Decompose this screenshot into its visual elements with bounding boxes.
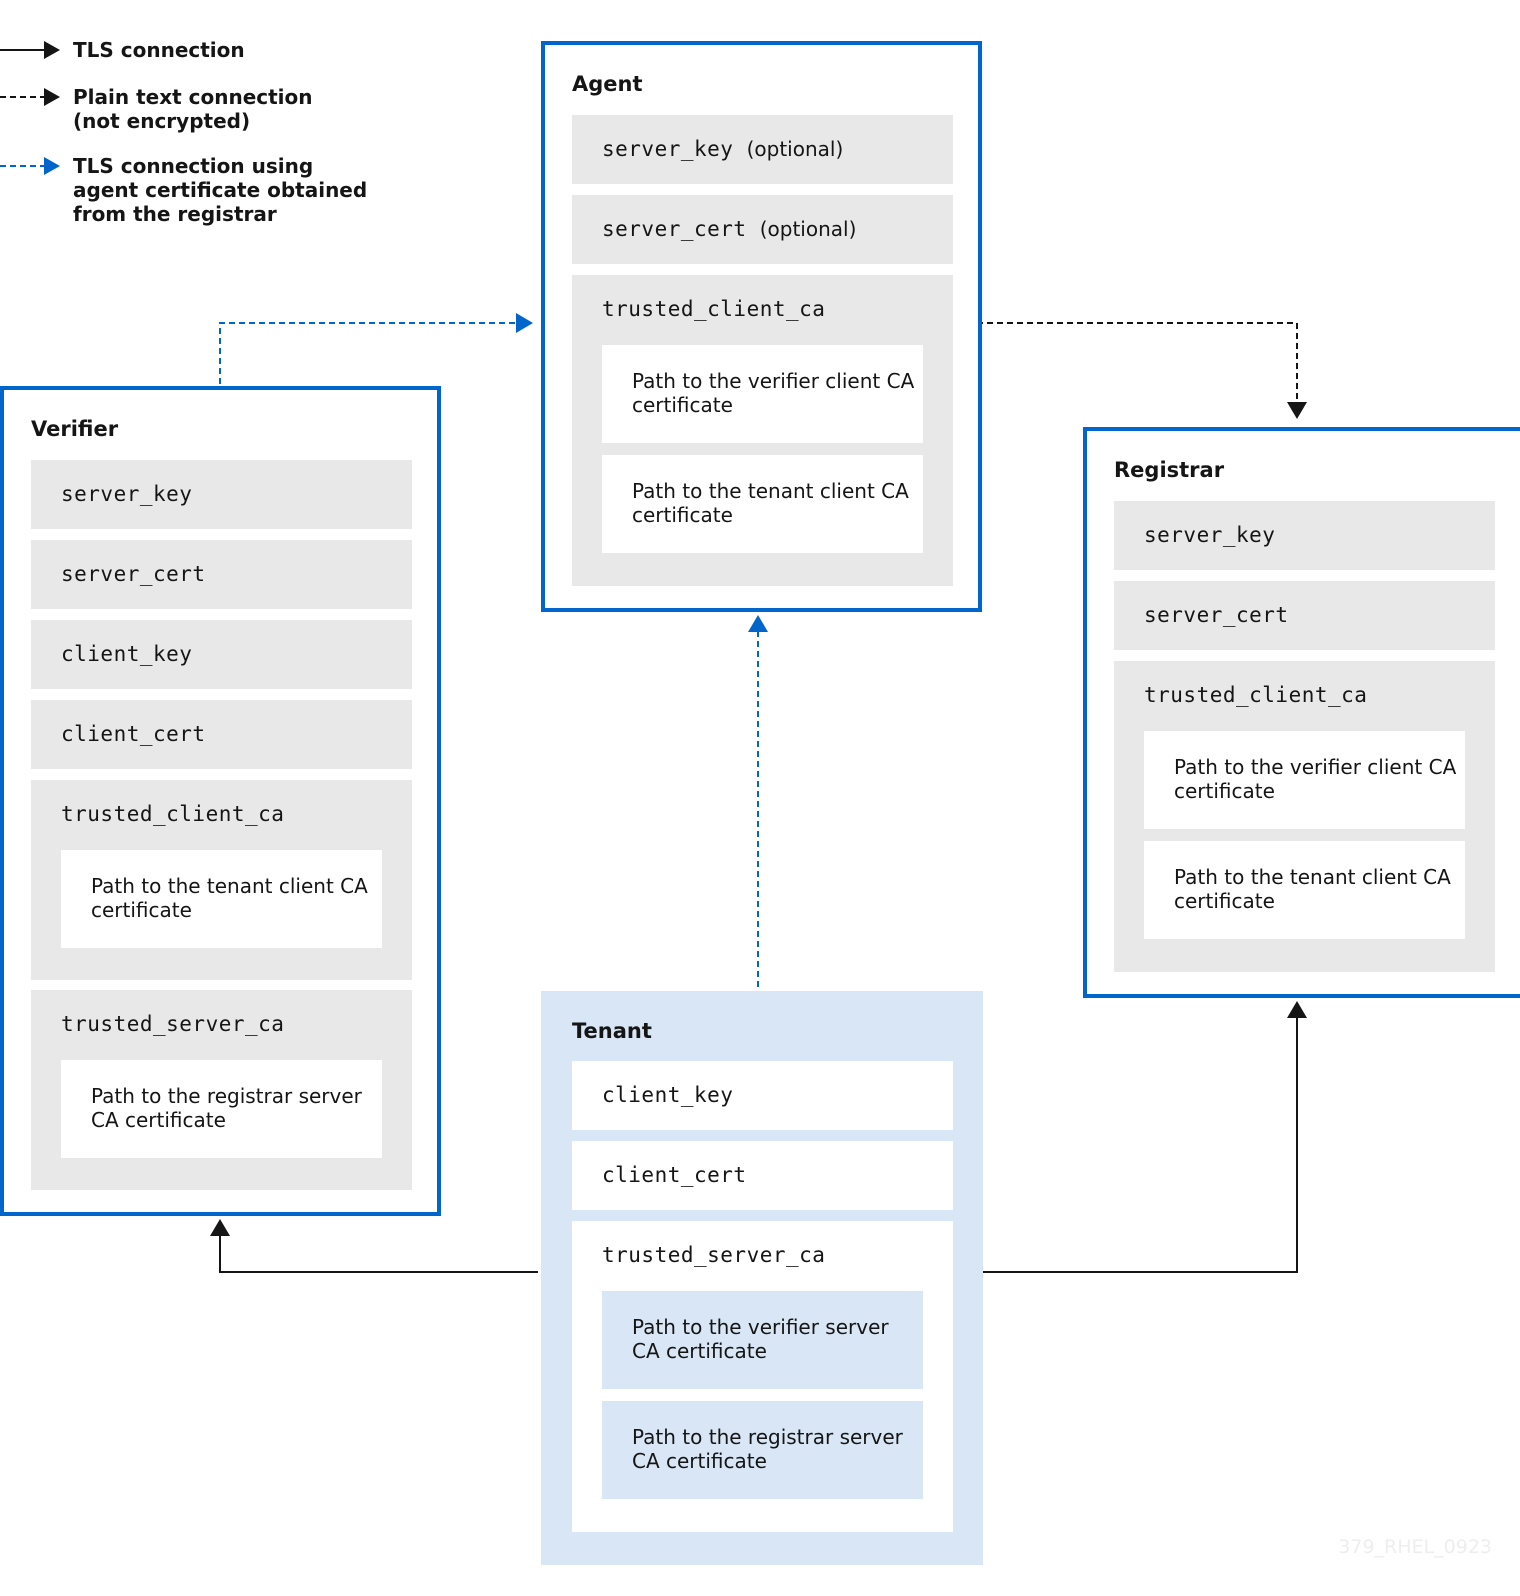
- tenant-ca-item: Path to the registrar server CA certific…: [602, 1401, 923, 1499]
- field-label: server_key (optional): [602, 137, 843, 161]
- field-name: server_cert: [602, 217, 747, 241]
- legend-line: Plain text connection: [73, 85, 313, 109]
- connection-tenant-to-agent: [748, 615, 768, 987]
- legend-line: TLS connection using: [73, 154, 314, 178]
- field-name: trusted_client_ca: [61, 802, 285, 826]
- verifier-ca-item: Path to the registrar server CA certific…: [61, 1060, 382, 1158]
- legend-label-tls: TLS connection: [73, 38, 245, 62]
- verifier-field-client-key: client_key: [31, 620, 412, 689]
- agent-title: Agent: [572, 72, 643, 96]
- field-name: client_key: [61, 642, 193, 666]
- registrar-node: Registrar server_key server_cert trusted…: [1083, 427, 1520, 998]
- verifier-field-client-cert: client_cert: [31, 700, 412, 769]
- agent-node: Agent server_key (optional) server_cert …: [541, 41, 982, 612]
- connection-verifier-to-agent: [219, 313, 533, 384]
- field-name: server_key: [602, 137, 734, 161]
- agent-ca-item: Path to the tenant client CA certificate: [602, 455, 923, 553]
- registrar-ca-item: Path to the verifier client CA certifica…: [1144, 731, 1465, 829]
- verifier-field-trusted-server-ca: trusted_server_ca Path to the registrar …: [31, 990, 412, 1190]
- connection-tenant-to-verifier: [210, 1219, 538, 1273]
- connection-agent-to-registrar: [977, 322, 1307, 419]
- field-label: server_cert (optional): [602, 217, 856, 241]
- registrar-field-server-cert: server_cert: [1114, 581, 1495, 650]
- tenant-ca-item: Path to the verifier server CA certifica…: [602, 1291, 923, 1389]
- verifier-ca-item: Path to the tenant client CA certificate: [61, 850, 382, 948]
- agent-ca-item: Path to the verifier client CA certifica…: [602, 345, 923, 443]
- field-note: (optional): [759, 217, 857, 241]
- field-name: server_key: [1144, 523, 1276, 547]
- legend-line: (not encrypted): [73, 109, 251, 133]
- field-name: server_key: [61, 482, 193, 506]
- field-name: trusted_server_ca: [602, 1243, 826, 1267]
- legend-dashed-arrow-icon: [0, 88, 60, 106]
- registrar-field-server-key: server_key: [1114, 501, 1495, 570]
- verifier-field-trusted-client-ca: trusted_client_ca Path to the tenant cli…: [31, 780, 412, 980]
- tenant-title: Tenant: [572, 1019, 652, 1043]
- legend-label-plain-text: Plain text connection (not encrypted): [73, 85, 313, 133]
- field-name: server_cert: [61, 562, 206, 586]
- registrar-ca-item: Path to the tenant client CA certificate: [1144, 841, 1465, 939]
- ca-path-text: Path to the registrar server CA certific…: [91, 1084, 362, 1132]
- tenant-field-trusted-server-ca: trusted_server_ca Path to the verifier s…: [572, 1221, 953, 1532]
- ca-path-text: Path to the tenant client CA certificate: [632, 479, 909, 527]
- ca-path-text: Path to the tenant client CA certificate: [91, 874, 368, 922]
- legend-line: from the registrar: [73, 202, 277, 226]
- field-name: trusted_server_ca: [61, 1012, 285, 1036]
- ca-path-text: Path to the verifier client CA certifica…: [632, 369, 915, 417]
- ca-path-text: Path to the verifier server CA certifica…: [632, 1315, 889, 1363]
- field-name: client_cert: [61, 722, 206, 746]
- ca-path-text: Path to the verifier client CA certifica…: [1174, 755, 1457, 803]
- verifier-field-server-key: server_key: [31, 460, 412, 529]
- field-name: trusted_client_ca: [602, 297, 826, 321]
- field-note: (optional): [746, 137, 844, 161]
- ca-path-text: Path to the tenant client CA certificate: [1174, 865, 1451, 913]
- tenant-field-client-key: client_key: [572, 1061, 953, 1130]
- agent-field-trusted-client-ca: trusted_client_ca Path to the verifier c…: [572, 275, 953, 586]
- field-name: client_cert: [602, 1163, 747, 1187]
- watermark: 379_RHEL_0923: [1338, 1536, 1492, 1558]
- field-name: server_cert: [1144, 603, 1289, 627]
- verifier-field-server-cert: server_cert: [31, 540, 412, 609]
- legend-label-agent-cert: TLS connection using agent certificate o…: [73, 154, 367, 226]
- verifier-title: Verifier: [31, 417, 119, 441]
- agent-field-server-cert: server_cert (optional): [572, 195, 953, 264]
- legend-line: agent certificate obtained: [73, 178, 368, 202]
- tenant-field-client-cert: client_cert: [572, 1141, 953, 1210]
- registrar-title: Registrar: [1114, 458, 1225, 482]
- legend-dashed-blue-arrow-icon: [0, 157, 60, 175]
- ca-path-text: Path to the registrar server CA certific…: [632, 1425, 903, 1473]
- field-name: trusted_client_ca: [1144, 683, 1368, 707]
- registrar-field-trusted-client-ca: trusted_client_ca Path to the verifier c…: [1114, 661, 1495, 972]
- tenant-node: Tenant client_key client_cert trusted_se…: [541, 991, 983, 1565]
- connection-tenant-to-registrar: [978, 1001, 1307, 1273]
- legend-solid-arrow-icon: [0, 41, 60, 59]
- field-name: client_key: [602, 1083, 734, 1107]
- agent-field-server-key: server_key (optional): [572, 115, 953, 184]
- verifier-node: Verifier server_key server_cert client_k…: [0, 386, 441, 1216]
- legend-line: TLS connection: [73, 38, 245, 62]
